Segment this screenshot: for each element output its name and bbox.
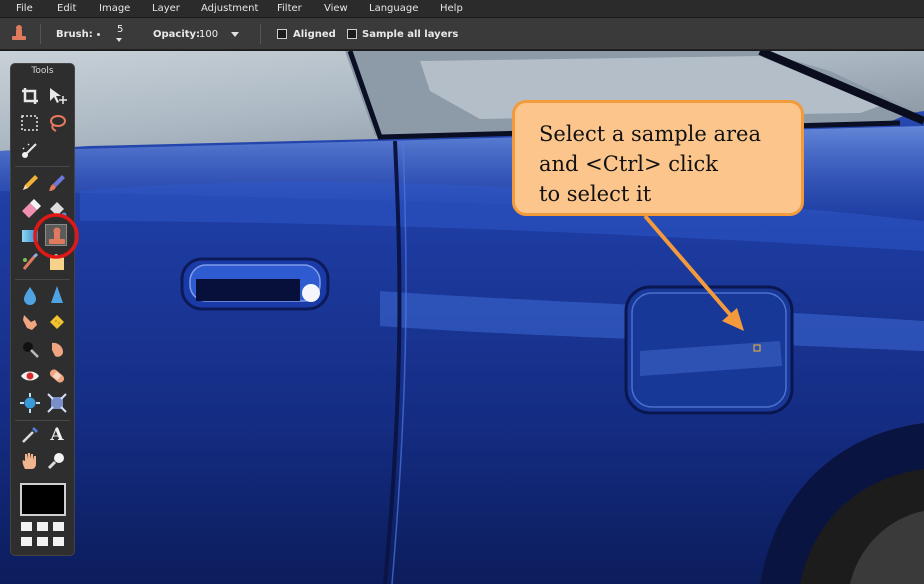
hand-icon[interactable]	[19, 450, 41, 472]
move-icon[interactable]	[46, 85, 68, 107]
foreground-color-swatch[interactable]	[20, 483, 66, 516]
menu-adjustment[interactable]: Adjustment	[201, 3, 258, 14]
layout-grid-cell[interactable]	[37, 537, 48, 546]
sponge-icon[interactable]	[46, 311, 68, 333]
menu-help[interactable]: Help	[440, 3, 463, 14]
menu-bar: File Edit Image Layer Adjustment Filter …	[0, 0, 924, 18]
tools-divider	[15, 166, 70, 167]
menu-filter[interactable]: Filter	[277, 3, 302, 14]
spot-heal-icon[interactable]	[46, 365, 68, 387]
drawing-icon[interactable]	[46, 252, 68, 274]
layout-grid-cell[interactable]	[21, 537, 32, 546]
tools-title: Tools	[31, 66, 54, 76]
smudge-icon[interactable]	[19, 311, 41, 333]
layout-grid-cell[interactable]	[53, 537, 64, 546]
marquee-select-icon[interactable]	[19, 112, 41, 134]
type-icon[interactable]: A	[46, 424, 68, 446]
layout-grid-cell[interactable]	[21, 522, 32, 531]
bloat-icon[interactable]	[19, 392, 41, 414]
type-glyph: A	[50, 425, 64, 445]
clone-stamp-icon[interactable]	[45, 224, 67, 246]
color-replace-icon[interactable]	[19, 252, 41, 274]
paint-bucket-icon[interactable]	[46, 198, 68, 220]
dodge-icon[interactable]	[19, 338, 41, 360]
sample-all-layers-checkbox[interactable]	[347, 29, 357, 39]
brush-size-down-icon[interactable]	[116, 38, 122, 42]
tools-panel: Tools A	[10, 63, 75, 556]
menu-layer[interactable]: Layer	[152, 3, 180, 14]
eraser-icon[interactable]	[19, 198, 41, 220]
color-picker-icon[interactable]	[19, 424, 41, 446]
magic-wand-icon[interactable]	[19, 139, 41, 161]
opacity-label: Opacity:	[153, 29, 201, 40]
red-eye-icon[interactable]	[19, 365, 41, 387]
separator	[40, 24, 41, 44]
aligned-checkbox[interactable]	[277, 29, 287, 39]
menu-view[interactable]: View	[324, 3, 348, 14]
tools-divider	[15, 279, 70, 280]
callout-text: Select a sample area and <Ctrl> click to…	[539, 122, 762, 206]
blur-icon[interactable]	[19, 284, 41, 306]
clone-stamp-icon	[10, 24, 28, 42]
layout-grid-cell[interactable]	[53, 522, 64, 531]
instruction-callout: Select a sample area and <Ctrl> click to…	[512, 100, 804, 216]
crop-icon[interactable]	[19, 85, 41, 107]
pinch-icon[interactable]	[46, 392, 68, 414]
options-bar: Brush: 5 Opacity: 100 Aligned Sample all…	[0, 18, 924, 50]
sharpen-icon[interactable]	[46, 284, 68, 306]
opacity-value[interactable]: 100	[199, 29, 218, 40]
pencil-icon[interactable]	[19, 172, 41, 194]
separator	[260, 24, 261, 44]
opacity-dropdown-icon[interactable]	[231, 32, 239, 37]
brush-size-value[interactable]: 5	[117, 24, 123, 35]
layout-grid-cell[interactable]	[37, 522, 48, 531]
lasso-icon[interactable]	[46, 112, 68, 134]
brush-icon[interactable]	[46, 172, 68, 194]
burn-icon[interactable]	[46, 338, 68, 360]
brush-label: Brush:	[56, 29, 93, 40]
menu-file[interactable]: File	[16, 3, 33, 14]
aligned-label: Aligned	[293, 29, 336, 40]
tools-divider	[15, 420, 70, 421]
sample-all-layers-label: Sample all layers	[362, 29, 459, 40]
menu-image[interactable]: Image	[99, 3, 130, 14]
menu-edit[interactable]: Edit	[57, 3, 76, 14]
zoom-icon[interactable]	[46, 450, 68, 472]
gradient-icon[interactable]	[19, 225, 41, 247]
brush-preview	[97, 33, 100, 36]
menu-language[interactable]: Language	[369, 3, 418, 14]
